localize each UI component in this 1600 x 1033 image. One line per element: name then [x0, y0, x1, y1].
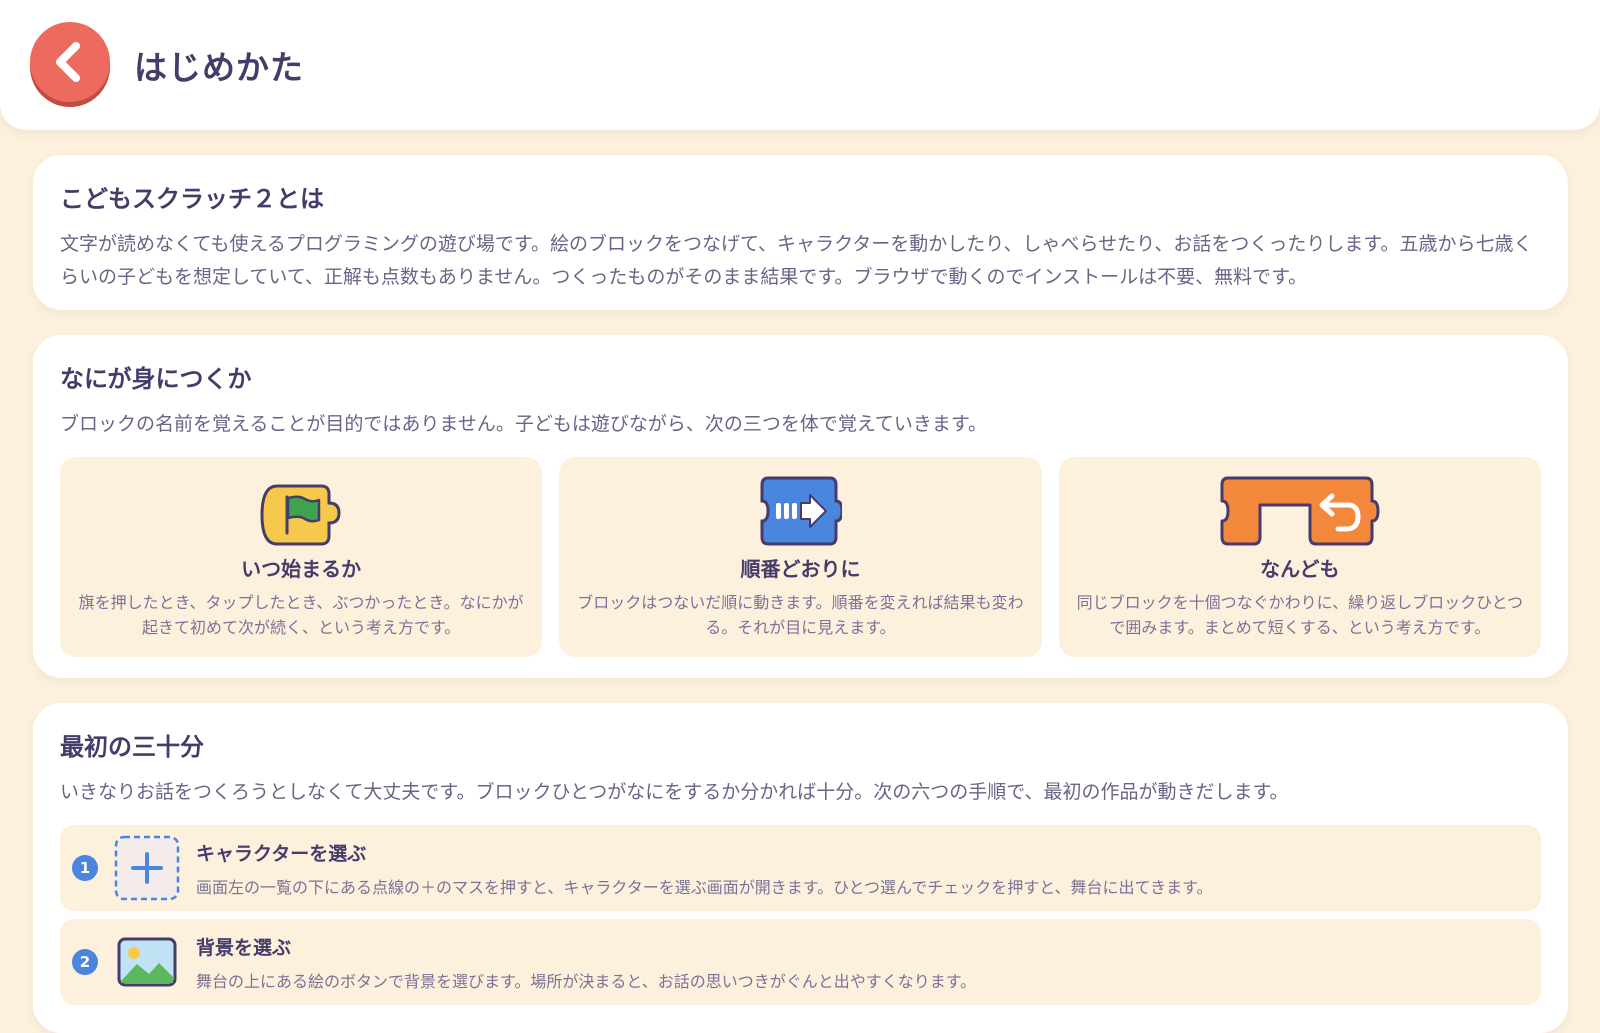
step-item: 1 キャラクターを選ぶ 画面左の一覧の下にある点線の＋のマスを押すと、キャラクタ…: [60, 825, 1541, 911]
skill-title: いつ始まるか: [241, 557, 362, 581]
background-image-icon: [117, 937, 177, 987]
skill-title: 順番どおりに: [740, 557, 861, 581]
about-body: 文字が読めなくても使えるプログラミングの遊び場です。絵のブロックをつなげて、キャ…: [60, 233, 1533, 288]
step-number-badge: 1: [72, 855, 98, 881]
skills-card: なにが身につくか ブロックの名前を覚えることが目的ではありません。子どもは遊びな…: [33, 335, 1568, 678]
add-character-icon: [114, 835, 180, 901]
step-number-badge: 2: [72, 949, 98, 975]
skills-list: いつ始まるか 旗を押したとき、タップしたとき、ぶつかったとき。なにかが起きて初め…: [60, 457, 1541, 657]
steps-list: 1 キャラクターを選ぶ 画面左の一覧の下にある点線の＋のマスを押すと、キャラクタ…: [60, 825, 1541, 1005]
first-title: 最初の三十分: [60, 733, 204, 761]
step-body: 画面左の一覧の下にある点線の＋のマスを押すと、キャラクターを選ぶ画面が開きます。…: [196, 877, 1213, 897]
skill-card-order: 順番どおりに ブロックはつないだ順に動きます。順番を変えれば結果も変わる。それが…: [559, 457, 1042, 657]
top-bar: はじめかた: [0, 0, 1600, 130]
chevron-left-icon: [56, 42, 80, 82]
move-right-block-icon: [760, 476, 843, 546]
step-title: キャラクターを選ぶ: [196, 842, 367, 865]
skill-card-when: いつ始まるか 旗を押したとき、タップしたとき、ぶつかったとき。なにかが起きて初め…: [60, 457, 543, 657]
step-item: 2 背景を選ぶ 舞台の上にある絵のボタンで背景を選びます。場所が決まると、お話の…: [60, 919, 1541, 1005]
skills-lead: ブロックの名前を覚えることが目的ではありません。子どもは遊びながら、次の三つを体…: [60, 413, 988, 435]
step-title: 背景を選ぶ: [196, 936, 292, 959]
first-steps-card: 最初の三十分 いきなりお話をつくろうとしなくて大丈夫です。ブロックひとつがなにを…: [33, 703, 1568, 1033]
skill-body: 同じブロックを十個つなぐかわりに、繰り返しブロックひとつで囲みます。まとめて短く…: [1076, 593, 1524, 637]
skill-title: なんども: [1260, 557, 1340, 581]
skill-body: ブロックはつないだ順に動きます。順番を変えれば結果も変わる。それが目に見えます。: [577, 593, 1024, 637]
green-flag-block-icon: [260, 484, 341, 546]
page-title: はじめかた: [134, 48, 304, 87]
step-body: 舞台の上にある絵のボタンで背景を選びます。場所が決まると、お話の思いつきがぐんと…: [196, 971, 977, 991]
skill-body: 旗を押したとき、タップしたとき、ぶつかったとき。なにかが起きて初めて次が続く、と…: [78, 593, 524, 637]
back-button[interactable]: [30, 22, 110, 102]
about-title: こどもスクラッチ２とは: [60, 185, 324, 213]
first-lead: いきなりお話をつくろうとしなくて大丈夫です。ブロックひとつがなにをするか分かれば…: [60, 781, 1289, 803]
repeat-block-icon: [1220, 476, 1380, 546]
skill-card-repeat: なんども 同じブロックを十個つなぐかわりに、繰り返しブロックひとつで囲みます。ま…: [1058, 457, 1541, 657]
skills-title: なにが身につくか: [60, 365, 252, 393]
about-card: こどもスクラッチ２とは 文字が読めなくても使えるプログラミングの遊び場です。絵の…: [33, 155, 1568, 310]
